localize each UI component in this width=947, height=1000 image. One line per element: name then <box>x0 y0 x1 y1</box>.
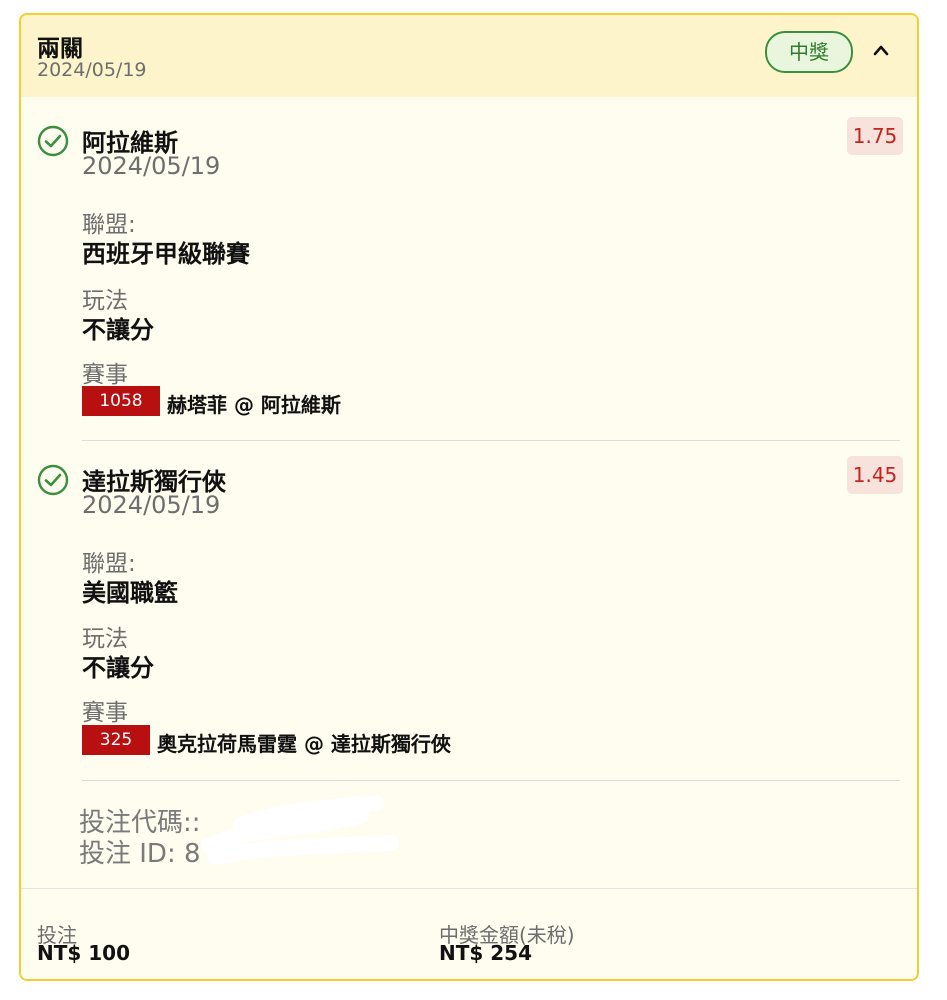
event-label: 賽事 <box>82 362 128 388</box>
play-value: 不讓分 <box>82 654 154 682</box>
league-value: 西班牙甲級聯賽 <box>82 240 250 268</box>
payout-value: NT$ 254 <box>439 941 533 965</box>
bet-date: 2024/05/19 <box>37 59 147 81</box>
event-number-badge: 1058 <box>82 386 160 416</box>
odds-badge: 1.75 <box>847 117 903 155</box>
check-circle-icon <box>37 464 69 496</box>
leg-divider <box>82 780 900 781</box>
leg-divider <box>82 440 900 441</box>
check-circle-icon <box>37 125 69 157</box>
collapse-button[interactable] <box>866 35 896 65</box>
league-value: 美國職籃 <box>82 579 178 607</box>
event-name: 赫塔菲 @ 阿拉維斯 <box>167 393 341 417</box>
leg-date: 2024/05/19 <box>82 152 221 180</box>
play-value: 不讓分 <box>82 316 154 344</box>
event-label: 賽事 <box>82 700 128 726</box>
bet-card: 兩關 2024/05/19 中獎 阿拉維斯 2024/05/19 1.75 聯盟… <box>19 13 919 981</box>
event-name: 奧克拉荷馬雷霆 @ 達拉斯獨行俠 <box>157 732 451 756</box>
redaction-scribble <box>201 785 401 870</box>
odds-badge: 1.45 <box>847 456 903 494</box>
event-number-badge: 325 <box>82 725 150 755</box>
bet-card-header[interactable]: 兩關 2024/05/19 中獎 <box>21 15 917 97</box>
stake-value: NT$ 100 <box>37 941 131 965</box>
leg-date: 2024/05/19 <box>82 491 221 519</box>
bet-type-title: 兩關 <box>37 36 83 62</box>
footer-divider <box>21 888 917 889</box>
status-badge: 中獎 <box>765 31 853 73</box>
chevron-up-icon <box>873 45 889 56</box>
